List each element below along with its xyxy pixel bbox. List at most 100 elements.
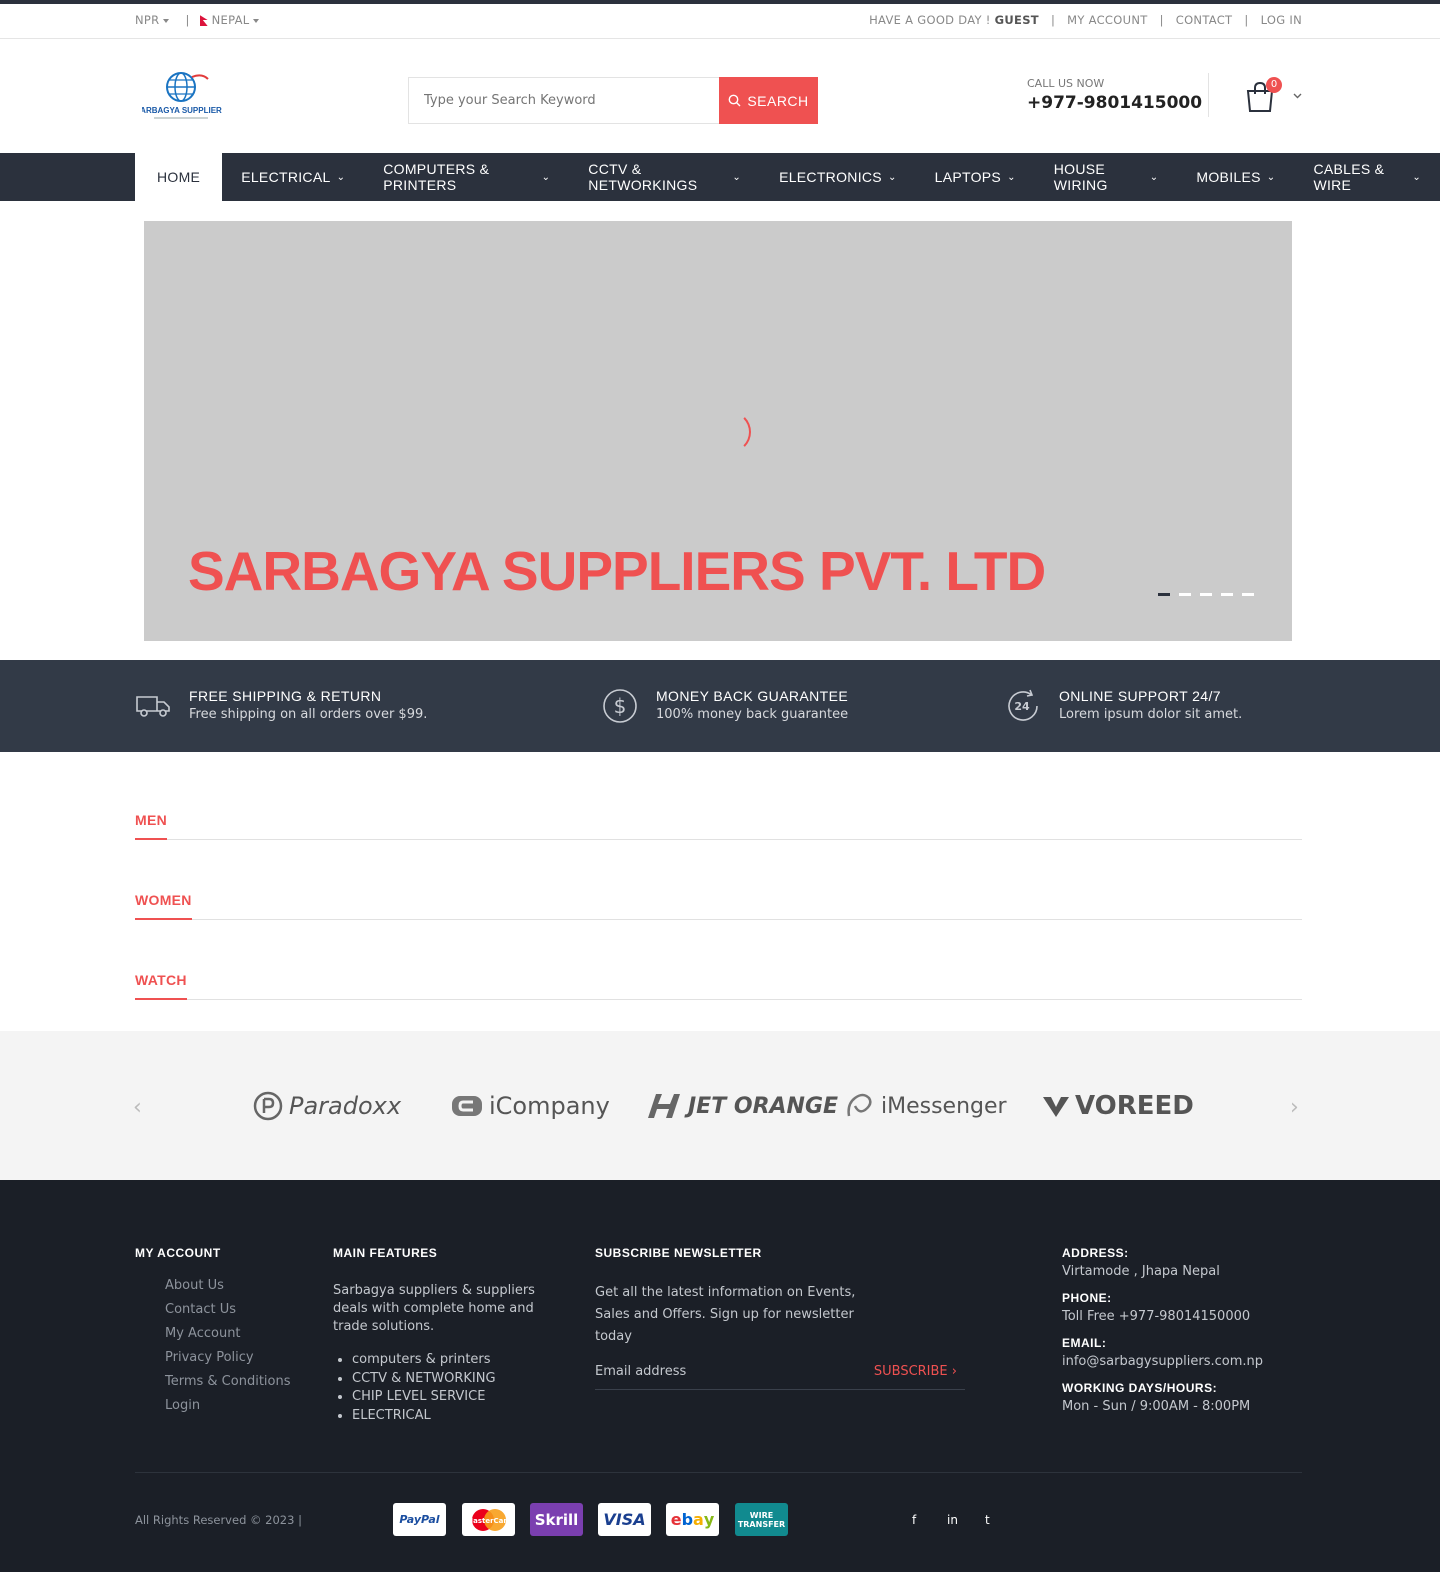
chevron-down-icon [1293,93,1302,99]
features-bar: FREE SHIPPING & RETURN Free shipping on … [0,660,1440,752]
search-button[interactable]: SEARCH [719,77,818,124]
footer-link-terms[interactable]: Terms & Conditions [165,1374,291,1398]
list-item: computers & printers [352,1352,568,1371]
list-item: CCTV & NETWORKING [352,1371,568,1390]
brand-logo[interactable]: JET ORANGE [648,1089,838,1123]
list-item: CHIP LEVEL SERVICE [352,1389,568,1408]
feature-money-back: $ MONEY BACK GUARANTEE 100% money back g… [602,688,848,724]
facebook-icon[interactable]: f [912,1513,916,1527]
hero-slider[interactable]: SARBAGYA SUPPLIERS PVT. LTD [144,221,1292,641]
chevron-right-icon[interactable]: › [1290,1095,1299,1120]
nav-house-wiring[interactable]: HOUSE WIRING ⌄ [1035,153,1178,201]
chevron-down-icon: ⌄ [336,171,346,183]
slider-dot[interactable] [1242,593,1254,596]
slider-title: SARBAGYA SUPPLIERS PVT. LTD [188,540,1046,602]
divider [135,1472,1302,1473]
slider-dot[interactable] [1158,593,1170,596]
brand-logo[interactable]: iCompany [451,1089,610,1123]
support-24-icon: 24 [1005,688,1041,724]
truck-icon [135,688,171,724]
contact-link[interactable]: CONTACT [1176,13,1233,27]
chevron-down-icon [253,18,260,23]
voreed-logo-icon [1043,1097,1069,1117]
chevron-down-icon: ⌄ [541,171,551,183]
wire-transfer-icon: WIRE TRANSFER [735,1503,788,1536]
nav-mobiles[interactable]: MOBILES ⌄ [1177,153,1294,201]
slider-dot[interactable] [1179,593,1191,596]
list-item: ELECTRICAL [352,1408,568,1427]
section-title[interactable]: WOMEN [135,892,192,920]
nav-electronics[interactable]: ELECTRONICS ⌄ [760,153,916,201]
twitter-icon[interactable]: t [985,1513,990,1527]
main-nav: HOME ELECTRICAL ⌄ COMPUTERS & PRINTERS ⌄ C… [0,153,1440,201]
mastercard-icon: MasterCard [462,1503,515,1536]
cart-count-badge: 0 [1266,77,1282,93]
section-title[interactable]: MEN [135,812,168,840]
email-field[interactable]: Email address [595,1364,686,1379]
skrill-icon: Skrill [530,1503,583,1536]
dollar-icon: $ [602,688,638,724]
phone-number[interactable]: +977-9801415000 [1027,93,1202,113]
call-label: CALL US NOW [1027,77,1105,90]
visa-icon: VISA [598,1503,651,1536]
feature-support: 24 ONLINE SUPPORT 24/7 Lorem ipsum dolor… [1005,688,1242,724]
slider-dot[interactable] [1200,593,1212,596]
nav-electrical[interactable]: ELECTRICAL ⌄ [222,153,364,201]
slider-dots [1158,593,1254,596]
feature-shipping: FREE SHIPPING & RETURN Free shipping on … [135,688,427,724]
search-input[interactable] [408,77,719,124]
section-title[interactable]: WATCH [135,972,187,1000]
svg-text:24: 24 [1014,700,1030,713]
country-selector[interactable]: NEPAL [199,13,260,27]
chevron-left-icon[interactable]: ‹ [133,1095,142,1120]
footer-link-my-account[interactable]: My Account [165,1326,291,1350]
chevron-down-icon: ⌄ [1266,171,1276,183]
call-us: CALL US NOW +977-9801415000 [1027,77,1202,113]
separator: | [185,13,190,27]
nav-cctv-networkings[interactable]: CCTV & NETWORKINGS ⌄ [569,153,760,201]
paradoxx-logo-icon [253,1091,283,1121]
svg-text:MasterCard: MasterCard [466,1517,512,1525]
chevron-down-icon: ⌄ [1007,171,1016,183]
footer-contact-column: ADDRESS: Virtamode , Jhapa Nepal PHONE: … [1062,1246,1264,1414]
currency-selector[interactable]: NPR [135,13,170,27]
header: SARBAGYA SUPPLIERS SEARCH CALL US NOW +9… [0,39,1440,153]
footer-link-about[interactable]: About Us [165,1278,291,1302]
nav-cables-wire[interactable]: CABLES & WIRE ⌄ [1294,153,1440,201]
nav-laptops[interactable]: LAPTOPS ⌄ [916,153,1035,201]
copyright: All Rights Reserved © 2023 | [135,1513,302,1527]
linkedin-icon[interactable]: in [947,1513,958,1527]
footer-newsletter-column: SUBSCRIBE NEWSLETTER Get all the latest … [595,1246,856,1344]
site-logo[interactable]: SARBAGYA SUPPLIERS [135,69,228,127]
divider [1208,73,1209,117]
my-account-link[interactable]: MY ACCOUNT [1067,13,1147,27]
brand-logo[interactable]: VOREED [1043,1089,1194,1123]
cart-button[interactable]: 0 [1245,77,1305,113]
footer-link-privacy[interactable]: Privacy Policy [165,1350,291,1374]
nav-computers-printers[interactable]: COMPUTERS & PRINTERS ⌄ [364,153,569,201]
login-link[interactable]: LOG IN [1261,13,1302,27]
footer-account-column: MY ACCOUNT About Us Contact Us My Accoun… [135,1246,291,1422]
newsletter-form: Email address SUBSCRIBE › [595,1360,965,1390]
imessenger-logo-icon [847,1093,872,1117]
section-watch: WATCH [135,972,1302,1000]
footer-link-login[interactable]: Login [165,1398,291,1422]
icompany-logo-icon [452,1096,482,1116]
chevron-down-icon: ⌄ [887,171,897,183]
chevron-down-icon: ⌄ [1412,171,1421,183]
greeting: HAVE A GOOD DAY ! GUEST [869,13,1039,27]
paypal-icon: PayPal [393,1503,446,1536]
loading-spinner-icon [709,411,751,453]
nepal-flag-icon [199,15,208,26]
slider-dot[interactable] [1221,593,1233,596]
search-icon [728,94,741,107]
chevron-down-icon: ⌄ [732,171,742,183]
top-bar: NPR | NEPAL HAVE A GOOD DAY ! GUEST | MY… [0,4,1440,39]
subscribe-button[interactable]: SUBSCRIBE › [874,1364,957,1379]
footer-link-contact[interactable]: Contact Us [165,1302,291,1326]
brand-logo[interactable]: Paradoxx [253,1089,401,1123]
brand-logo[interactable]: iMessenger [845,1089,1007,1123]
email-link[interactable]: info@sarbagysuppliers.com.np [1062,1354,1263,1369]
footer-features-column: MAIN FEATURES Sarbagya suppliers & suppl… [333,1246,568,1426]
nav-home[interactable]: HOME [135,153,223,201]
